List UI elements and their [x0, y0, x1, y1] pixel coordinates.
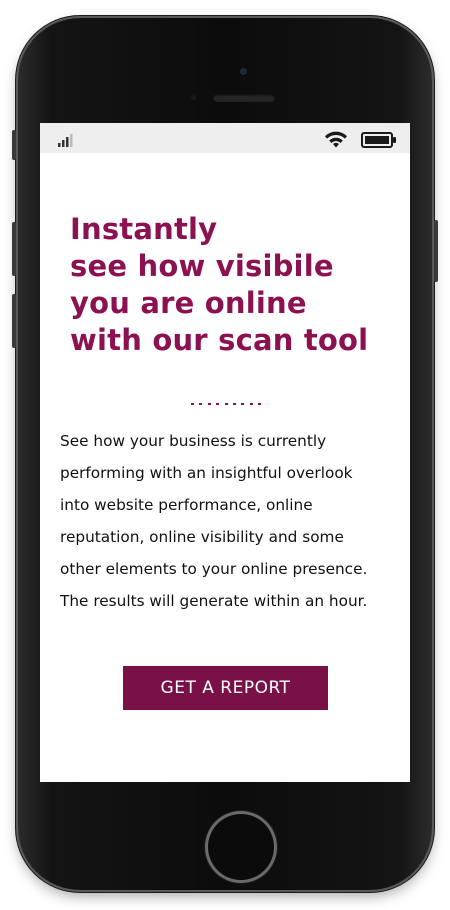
- hero-description: See how your business is currently perfo…: [60, 432, 368, 610]
- phone-screen: Instantly see how visibile you are onlin…: [40, 123, 410, 782]
- earpiece-speaker: [213, 94, 275, 102]
- get-report-button[interactable]: GET A REPORT: [123, 666, 328, 710]
- status-bar: [40, 123, 410, 153]
- cellular-signal-icon: [58, 134, 73, 147]
- wifi-icon: [325, 131, 347, 148]
- battery-icon: [361, 132, 396, 148]
- proximity-sensor: [191, 95, 196, 100]
- dotted-divider: [191, 403, 261, 406]
- power-button: [434, 220, 438, 282]
- hero-headline: Instantly see how visibile you are onlin…: [70, 212, 369, 357]
- volume-down-button: [12, 294, 16, 348]
- front-camera: [240, 68, 247, 75]
- home-button[interactable]: [208, 814, 274, 880]
- volume-up-button: [12, 222, 16, 276]
- mute-switch: [12, 130, 16, 160]
